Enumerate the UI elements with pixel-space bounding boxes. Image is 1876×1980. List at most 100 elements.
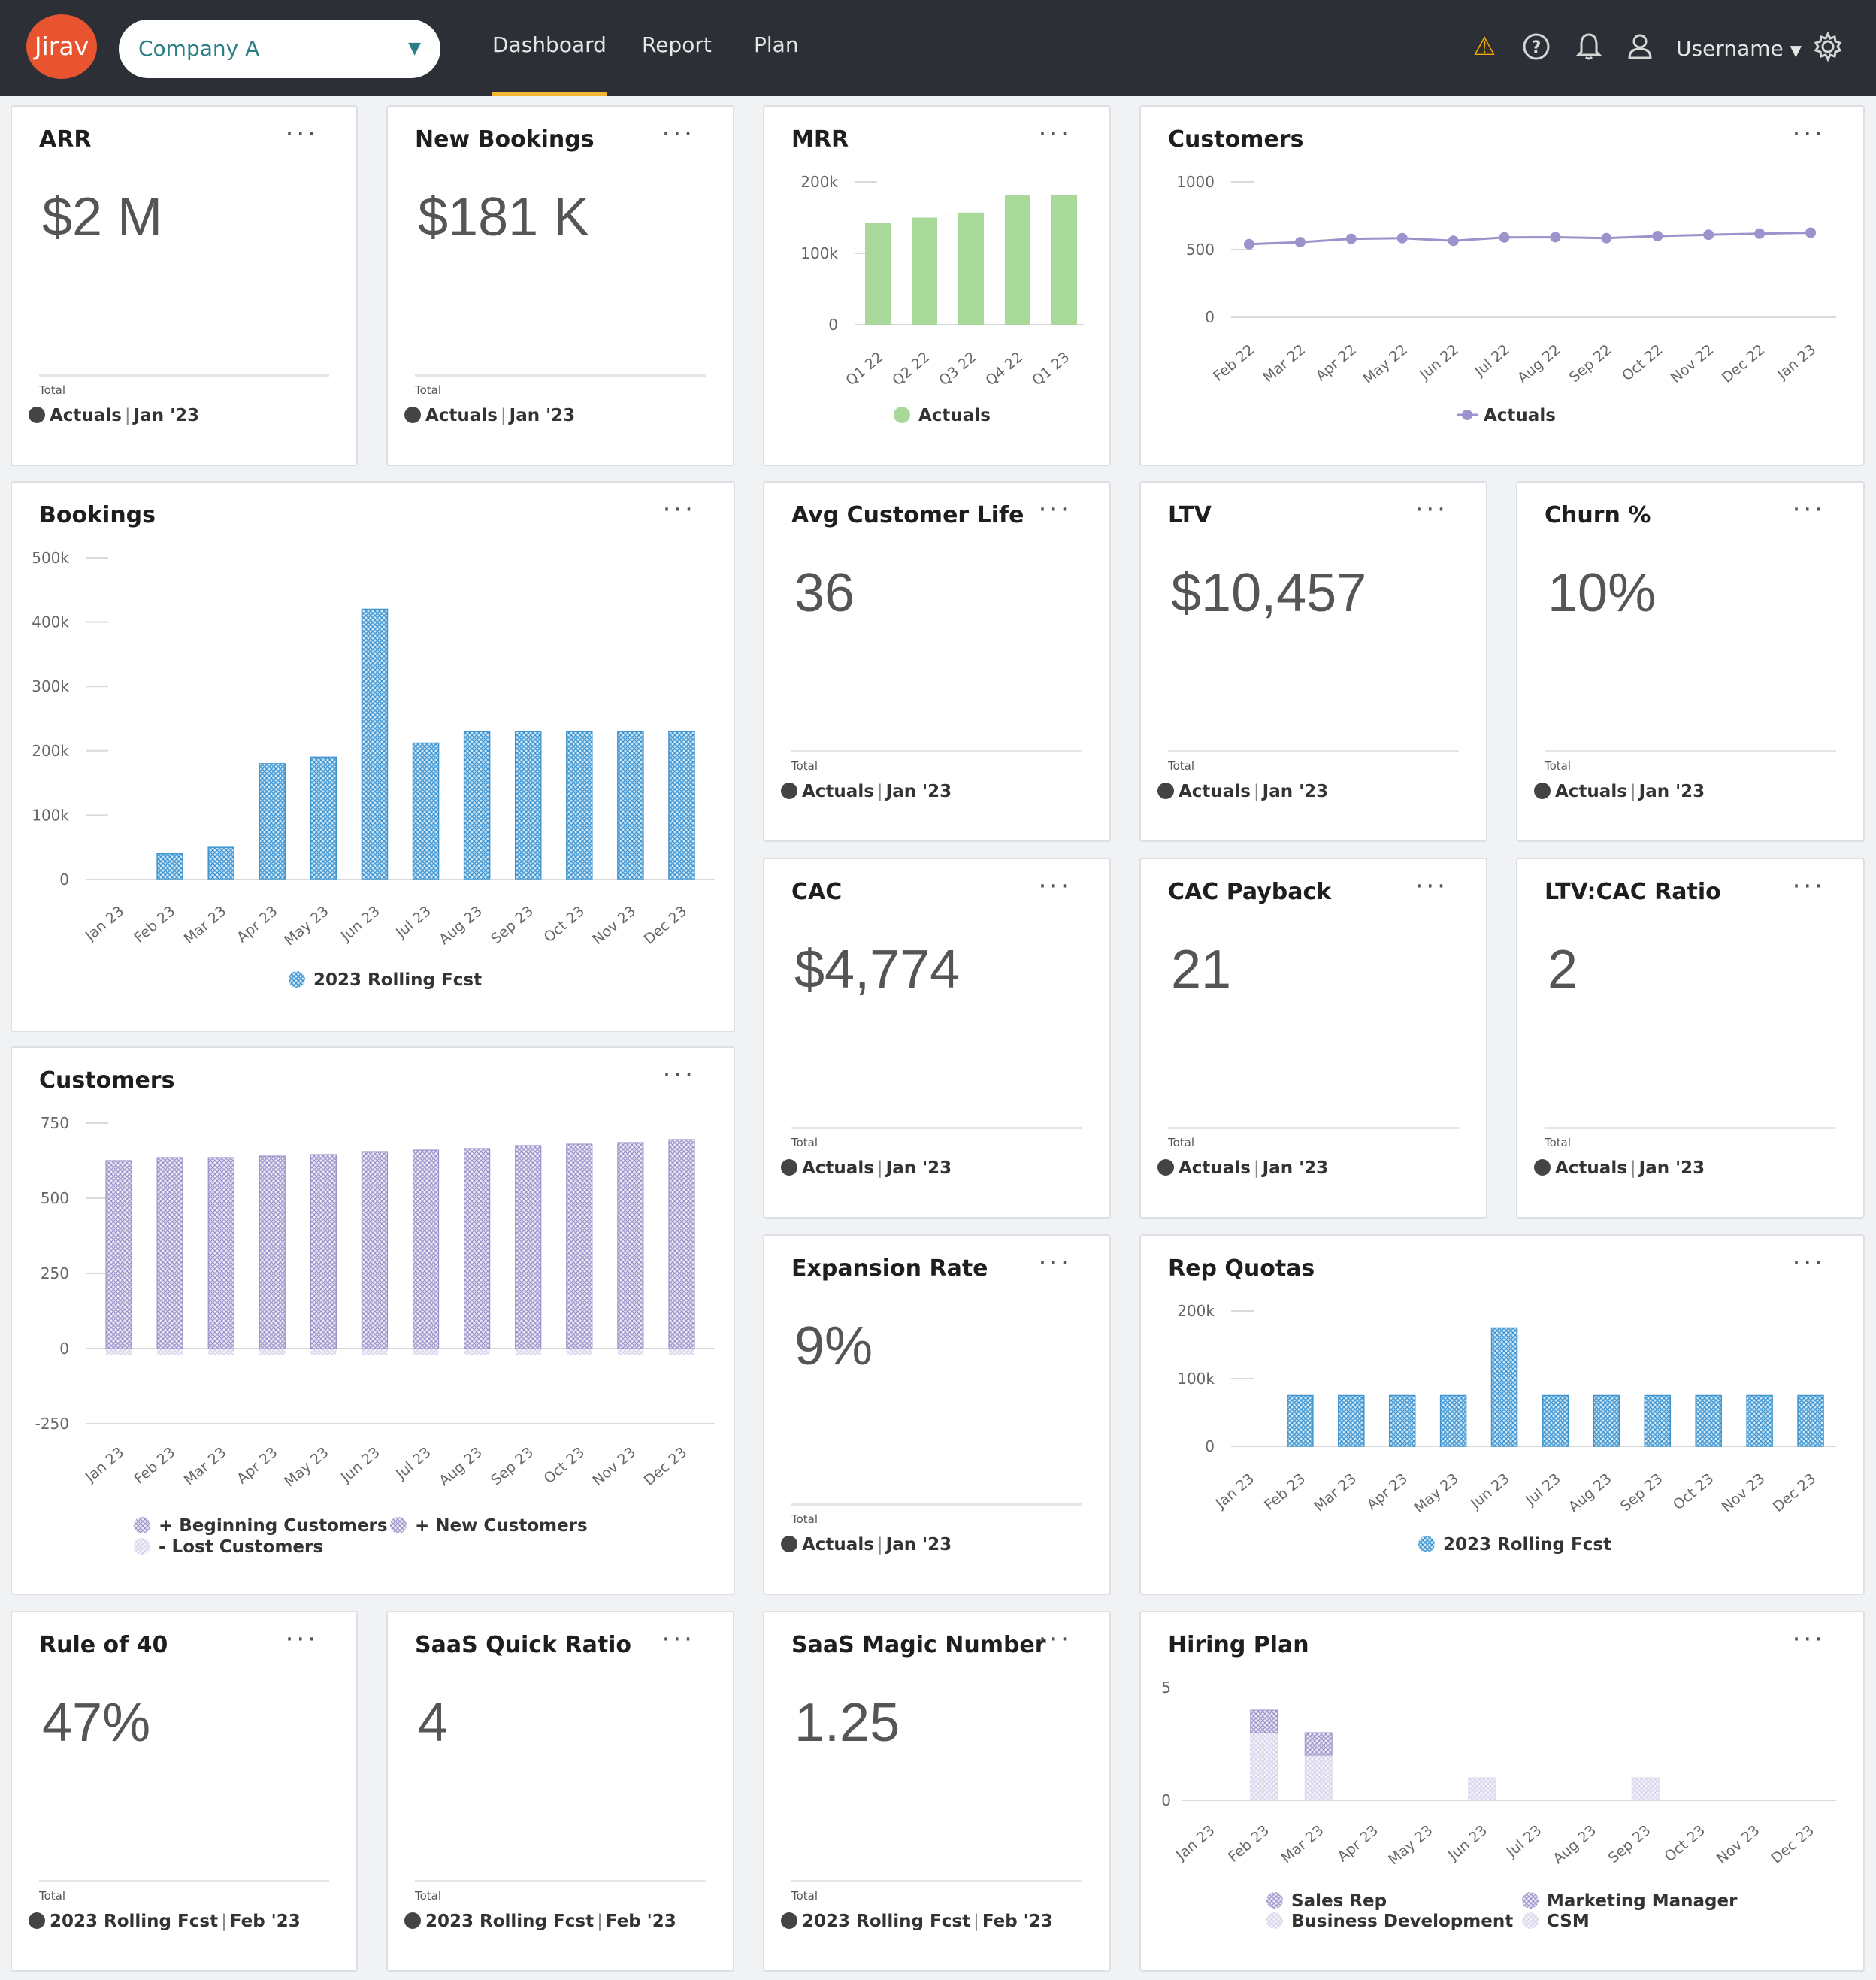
kpi-value: 2 xyxy=(1548,940,1578,1000)
beginning-customers-bar xyxy=(259,1155,286,1349)
y-tick-label: 0 xyxy=(828,316,838,334)
legend-series: 2023 Rolling Fcst xyxy=(50,1912,219,1931)
x-tick-label: Aug 23 xyxy=(436,903,486,948)
gear-icon[interactable] xyxy=(1811,30,1844,63)
svg-text:?: ? xyxy=(1532,38,1542,57)
beginning-customers-bar xyxy=(207,1157,234,1349)
x-tick-label: Sep 22 xyxy=(1566,341,1615,386)
divider xyxy=(1545,750,1836,752)
x-tick-label: Jun 23 xyxy=(337,903,383,945)
x-tick-label: Aug 23 xyxy=(1550,1822,1599,1867)
cac-card: CAC ··· $4,774 Total Actuals | Jan '23 xyxy=(763,858,1111,1219)
nav-report[interactable]: Report xyxy=(642,0,712,96)
more-options-icon[interactable]: ··· xyxy=(1793,871,1826,901)
more-options-icon[interactable]: ··· xyxy=(1415,871,1448,901)
x-tick-label: Aug 22 xyxy=(1514,341,1564,386)
kpi-value: 47% xyxy=(42,1693,151,1753)
nav-plan[interactable]: Plan xyxy=(754,0,799,96)
more-options-icon[interactable]: ··· xyxy=(662,1624,695,1655)
jirav-logo[interactable]: Jirav xyxy=(26,14,97,79)
y-tick-label: 0 xyxy=(59,1340,69,1358)
more-options-icon[interactable]: ··· xyxy=(1039,871,1072,901)
legend-label: - Lost Customers xyxy=(159,1537,323,1557)
ltv-cac-ratio-card: LTV:CAC Ratio ··· 2 Total Actuals | Jan '2… xyxy=(1516,858,1865,1219)
rep-quota-bar xyxy=(1593,1394,1620,1447)
customers-line-point xyxy=(1243,238,1254,250)
x-tick-label: Nov 23 xyxy=(589,1444,639,1489)
beginning-customers-bar xyxy=(515,1145,542,1349)
x-tick-label: Mar 23 xyxy=(181,903,230,947)
help-icon[interactable]: ? xyxy=(1520,30,1553,63)
legend-label: 2023 Rolling Fcst xyxy=(313,970,482,990)
x-tick-label: Aug 23 xyxy=(436,1444,486,1489)
x-tick-label: Jun 23 xyxy=(1445,1822,1490,1864)
company-selector[interactable]: Company A ▼ xyxy=(119,20,440,78)
x-tick-label: Jan 23 xyxy=(1212,1470,1257,1512)
more-options-icon[interactable]: ··· xyxy=(1039,1624,1072,1655)
legend-dot xyxy=(781,1159,797,1176)
x-tick-label: Q3 22 xyxy=(936,349,979,389)
more-options-icon[interactable]: ··· xyxy=(1039,495,1072,525)
y-tick-label: 5 xyxy=(1161,1679,1171,1697)
beginning-customers-bar xyxy=(361,1151,389,1349)
bookings-bar xyxy=(259,763,286,880)
legend-dot xyxy=(404,407,421,423)
rep-quota-bar xyxy=(1338,1394,1365,1447)
legend-label: 2023 Rolling Fcst xyxy=(1443,1535,1611,1555)
x-tick-label: Dec 23 xyxy=(641,1444,690,1489)
churn-card: Churn % ··· 10% Total Actuals | Jan '23 xyxy=(1516,481,1865,842)
kpi-value: $4,774 xyxy=(794,940,961,1000)
x-tick-label: Mar 23 xyxy=(1278,1822,1327,1866)
more-options-icon[interactable]: ··· xyxy=(1415,495,1448,525)
kpi-value: $2 M xyxy=(42,187,163,247)
arr-card: ARR ··· $2 M Total Actuals | Jan '23 xyxy=(11,105,358,466)
legend-series: Actuals xyxy=(1179,782,1251,801)
more-options-icon[interactable]: ··· xyxy=(1039,1248,1072,1278)
more-options-icon[interactable]: ··· xyxy=(1793,495,1826,525)
legend-marker xyxy=(1418,1536,1435,1552)
beginning-customers-bar xyxy=(617,1142,644,1349)
rep-quota-bar xyxy=(1287,1394,1314,1447)
card-title: New Bookings xyxy=(415,126,595,153)
x-tick-label: Jul 23 xyxy=(1503,1822,1545,1861)
x-tick-label: Jul 23 xyxy=(392,903,434,942)
user-menu[interactable]: Username ▼ xyxy=(1676,0,1802,96)
x-tick-label: Sep 23 xyxy=(1605,1822,1654,1866)
kpi-total-label: Total xyxy=(415,383,442,397)
kpi-legend: Actuals | Jan '23 xyxy=(404,406,575,425)
x-tick-label: May 23 xyxy=(1385,1822,1436,1869)
x-tick-label: Apr 23 xyxy=(1334,1822,1381,1865)
customers-line-point xyxy=(1601,232,1612,244)
warning-icon[interactable]: ⚠ xyxy=(1468,30,1501,63)
y-tick-label: 100k xyxy=(32,806,69,824)
customers-line-point xyxy=(1652,231,1663,241)
x-tick-label: Oct 23 xyxy=(1670,1470,1717,1513)
customers-line-series xyxy=(1248,232,1811,246)
x-tick-label: Nov 22 xyxy=(1668,341,1717,386)
x-tick-label: May 23 xyxy=(281,1444,331,1491)
kpi-legend: Actuals | Jan '23 xyxy=(781,782,952,801)
beginning-customers-bar xyxy=(156,1157,183,1349)
user-icon[interactable] xyxy=(1623,30,1657,63)
customers-line-point xyxy=(1805,227,1817,238)
more-options-icon[interactable]: ··· xyxy=(662,119,695,149)
nav-dashboard[interactable]: Dashboard xyxy=(492,0,607,96)
more-options-icon[interactable]: ··· xyxy=(286,119,319,149)
x-tick-label: Jan 23 xyxy=(82,1444,127,1486)
legend-dot xyxy=(781,1536,797,1552)
kpi-value: 10% xyxy=(1548,563,1657,623)
kpi-value: 36 xyxy=(794,563,855,623)
x-tick-label: Oct 23 xyxy=(541,903,588,946)
bookings-bar xyxy=(668,731,695,880)
more-options-icon[interactable]: ··· xyxy=(286,1624,319,1655)
legend-dot xyxy=(1534,1159,1551,1176)
chevron-down-icon: ▼ xyxy=(408,39,421,58)
kpi-legend: Actuals | Jan '23 xyxy=(29,406,199,425)
lost-customers-bar xyxy=(668,1349,694,1355)
legend-series: Actuals xyxy=(1179,1158,1251,1178)
x-tick-label: Oct 22 xyxy=(1619,341,1666,384)
card-title: ARR xyxy=(39,126,92,153)
bell-icon[interactable] xyxy=(1572,30,1605,63)
bookings-bar xyxy=(463,731,491,880)
beginning-customers-bar xyxy=(464,1148,491,1349)
